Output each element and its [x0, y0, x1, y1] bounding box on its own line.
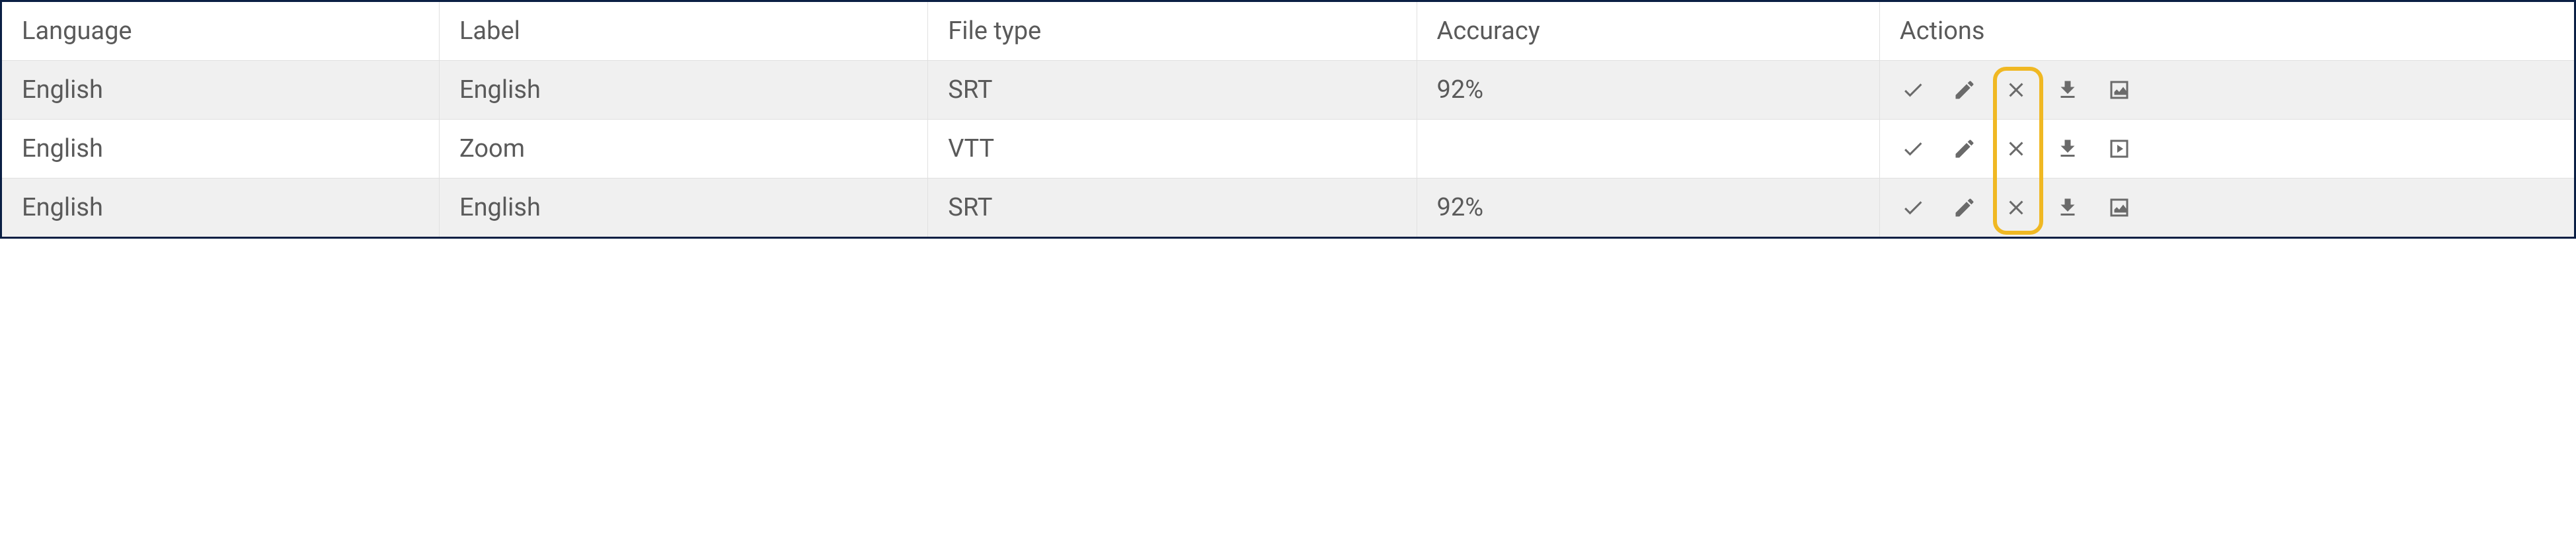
approve-button[interactable]: [1900, 77, 1926, 103]
cell-language: English: [2, 120, 439, 179]
header-label: Label: [439, 2, 927, 61]
cell-filetype: SRT: [928, 179, 1417, 237]
cell-actions: [1879, 120, 2574, 179]
actions-wrapper: [1900, 77, 2561, 103]
close-icon: [2004, 196, 2028, 220]
cell-accuracy: 92%: [1417, 179, 1879, 237]
pencil-icon: [1953, 137, 1976, 161]
cell-filetype: SRT: [928, 61, 1417, 120]
check-icon: [1901, 78, 1925, 102]
header-filetype: File type: [928, 2, 1417, 61]
check-icon: [1901, 196, 1925, 220]
delete-button[interactable]: [2003, 194, 2029, 221]
cell-language: English: [2, 61, 439, 120]
actions-wrapper: [1900, 194, 2561, 221]
check-icon: [1901, 137, 1925, 161]
cell-actions: [1879, 61, 2574, 120]
play-view-icon: [2107, 137, 2131, 161]
table-row: EnglishEnglishSRT92%: [2, 179, 2574, 237]
download-button[interactable]: [2054, 77, 2081, 103]
cell-filetype: VTT: [928, 120, 1417, 179]
header-language: Language: [2, 2, 439, 61]
delete-button[interactable]: [2003, 136, 2029, 162]
table-row: EnglishEnglishSRT92%: [2, 61, 2574, 120]
download-icon: [2056, 196, 2080, 220]
download-icon: [2056, 78, 2080, 102]
close-icon: [2004, 137, 2028, 161]
view-button[interactable]: [2106, 136, 2132, 162]
header-actions: Actions: [1879, 2, 2574, 61]
table-row: EnglishZoomVTT: [2, 120, 2574, 179]
view-button[interactable]: [2106, 194, 2132, 221]
cell-label: English: [439, 61, 927, 120]
cell-actions: [1879, 179, 2574, 237]
captions-table-container: Language Label File type Accuracy Action…: [0, 0, 2576, 239]
captions-table: Language Label File type Accuracy Action…: [2, 2, 2574, 237]
pencil-icon: [1953, 78, 1976, 102]
download-button[interactable]: [2054, 136, 2081, 162]
edit-view-icon: [2107, 196, 2131, 220]
close-icon: [2004, 78, 2028, 102]
edit-button[interactable]: [1951, 194, 1978, 221]
cell-accuracy: 92%: [1417, 61, 1879, 120]
approve-button[interactable]: [1900, 136, 1926, 162]
table-header-row: Language Label File type Accuracy Action…: [2, 2, 2574, 61]
actions-wrapper: [1900, 136, 2561, 162]
download-button[interactable]: [2054, 194, 2081, 221]
view-button[interactable]: [2106, 77, 2132, 103]
delete-button[interactable]: [2003, 77, 2029, 103]
header-accuracy: Accuracy: [1417, 2, 1879, 61]
edit-button[interactable]: [1951, 136, 1978, 162]
approve-button[interactable]: [1900, 194, 1926, 221]
cell-accuracy: [1417, 120, 1879, 179]
edit-button[interactable]: [1951, 77, 1978, 103]
cell-label: Zoom: [439, 120, 927, 179]
edit-view-icon: [2107, 78, 2131, 102]
download-icon: [2056, 137, 2080, 161]
pencil-icon: [1953, 196, 1976, 220]
cell-language: English: [2, 179, 439, 237]
cell-label: English: [439, 179, 927, 237]
